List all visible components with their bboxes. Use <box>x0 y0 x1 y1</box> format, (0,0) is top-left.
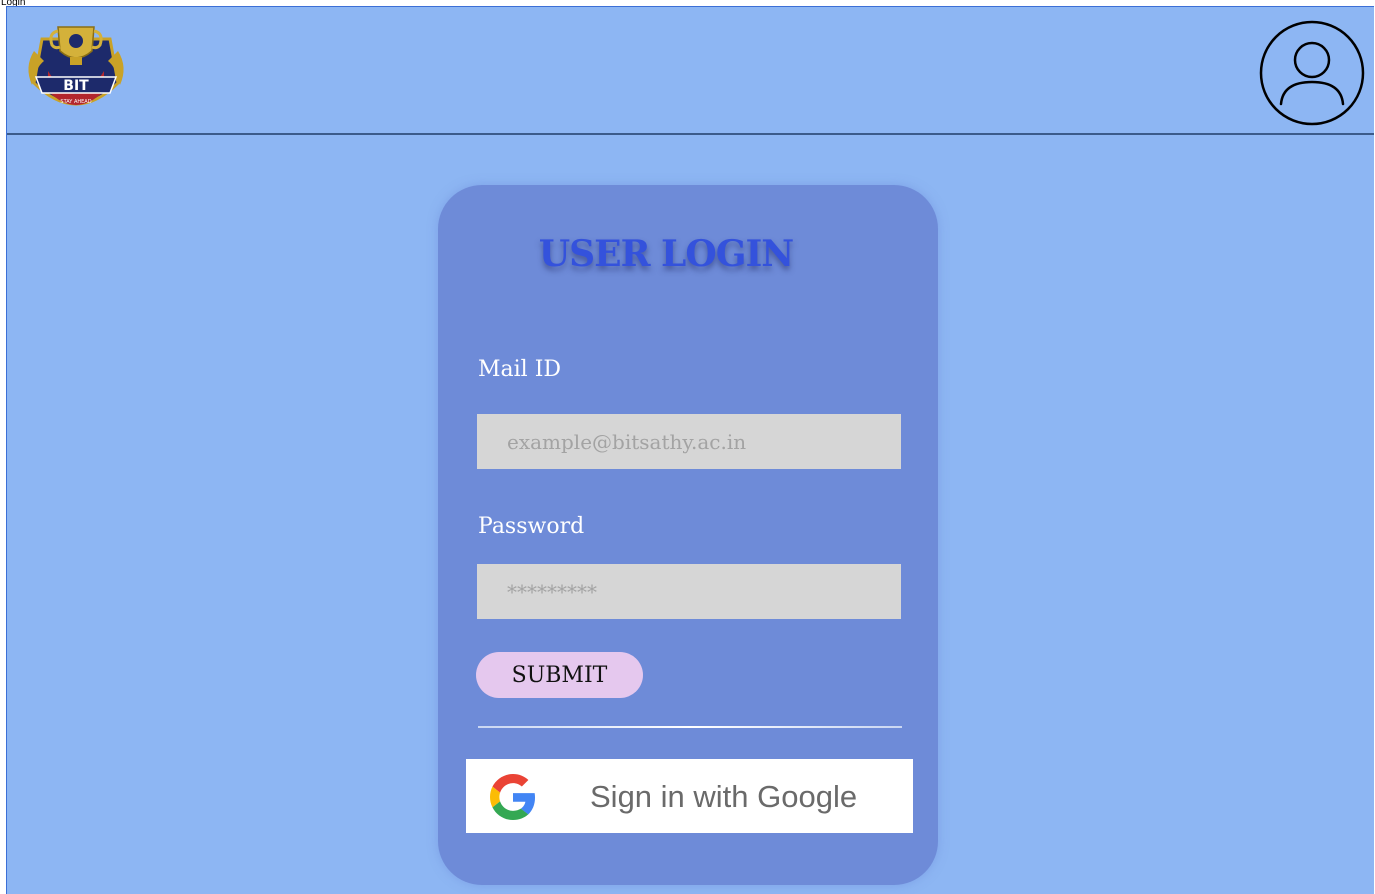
login-card: USER LOGIN Mail ID Password SUBMIT Sign … <box>438 185 938 885</box>
mail-id-label: Mail ID <box>478 357 562 382</box>
submit-button[interactable]: SUBMIT <box>476 652 643 698</box>
user-circle-icon[interactable] <box>1259 20 1365 126</box>
logo-text: BIT <box>63 78 89 94</box>
google-sign-in-button[interactable]: Sign in with Google <box>466 759 913 833</box>
google-g-icon <box>490 774 536 820</box>
divider <box>478 726 902 728</box>
password-input[interactable] <box>477 564 901 619</box>
bit-logo[interactable]: BIT STAY AHEAD <box>22 21 130 121</box>
password-label: Password <box>478 514 585 539</box>
page-canvas: BIT STAY AHEAD USER LOGIN Mail ID Passwo… <box>6 6 1374 894</box>
mail-id-input[interactable] <box>477 414 901 469</box>
app-window: Login BIT STAY AHEAD USER LOGIN Mail ID … <box>0 0 1375 894</box>
login-title: USER LOGIN <box>538 233 794 275</box>
logo-tagline: STAY AHEAD <box>60 99 91 105</box>
google-sign-in-label: Sign in with Google <box>590 779 858 814</box>
top-bar: BIT STAY AHEAD <box>7 7 1374 135</box>
